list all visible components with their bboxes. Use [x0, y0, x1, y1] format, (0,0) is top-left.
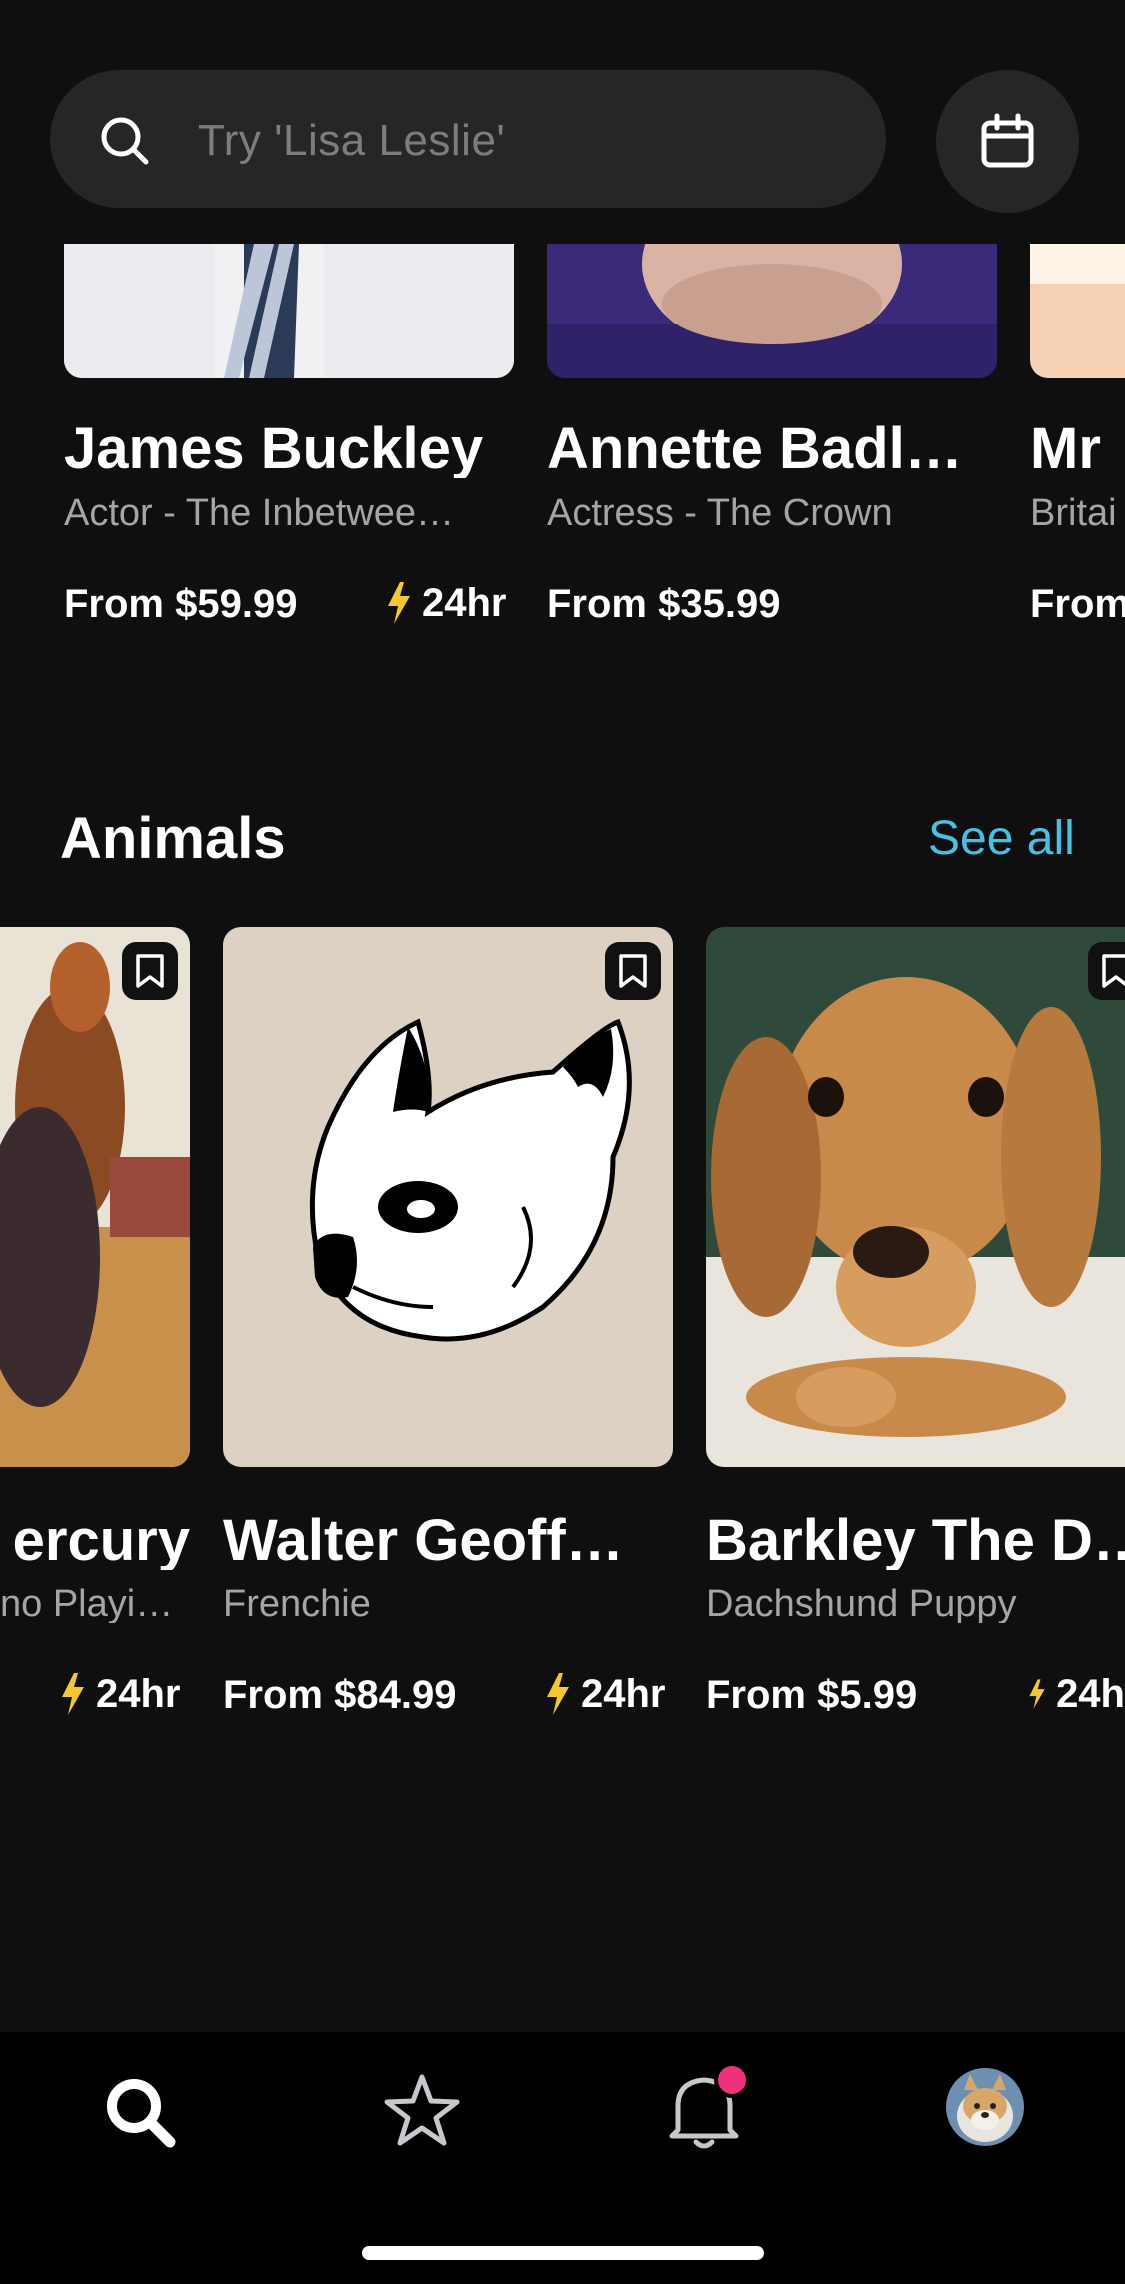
animal-photo	[0, 927, 190, 1467]
nav-profile[interactable]	[946, 2068, 1024, 2146]
search-placeholder: Try 'Lisa Leslie'	[198, 116, 506, 165]
talent-name: Annette Badl…	[547, 420, 963, 478]
nav-search[interactable]	[102, 2074, 178, 2150]
talent-subtitle: Actress - The Crown	[547, 494, 893, 532]
turnaround-label: 24hr	[581, 1672, 666, 1716]
talent-subtitle: Actor - The Inbetwee…	[64, 494, 455, 532]
animal-photo	[706, 927, 1125, 1467]
talent-photo	[547, 244, 997, 378]
turnaround-label: 24hr	[96, 1672, 181, 1716]
bookmark-icon	[1102, 954, 1125, 988]
bookmark-icon	[136, 954, 164, 988]
calendar-button[interactable]	[936, 70, 1079, 213]
talent-price: From $35.99	[547, 582, 781, 626]
bolt-icon	[1029, 1679, 1045, 1709]
talent-photo	[1030, 244, 1125, 378]
bolt-icon	[388, 582, 410, 624]
turnaround-badge: 24hr	[60, 1673, 181, 1715]
app-screen: Try 'Lisa Leslie' James Buckley Actor - …	[0, 0, 1125, 2284]
bolt-icon	[547, 1673, 569, 1715]
talent-price: From $59.99	[64, 582, 298, 626]
bookmark-button[interactable]	[1088, 942, 1125, 1000]
see-all-link[interactable]: See all	[928, 815, 1075, 863]
search-bar[interactable]: Try 'Lisa Leslie'	[50, 70, 886, 208]
animal-name: ercury	[12, 1512, 190, 1570]
talent-name: Mr	[1030, 420, 1101, 478]
animal-name: Barkley The D…	[706, 1512, 1125, 1570]
bookmark-icon	[619, 954, 647, 988]
talent-photo	[64, 244, 514, 378]
section-title: Animals	[60, 806, 286, 871]
turnaround-badge: 24hr	[545, 1673, 666, 1715]
animal-price: From $84.99	[223, 1673, 457, 1717]
bookmark-button[interactable]	[605, 942, 661, 1000]
animal-subtitle: Dachshund Puppy	[706, 1585, 1017, 1623]
talent-price: From	[1030, 584, 1125, 624]
calendar-icon	[981, 113, 1034, 168]
animal-subtitle: Frenchie	[223, 1585, 371, 1623]
talent-name: James Buckley	[64, 420, 484, 478]
turnaround-label: 24h	[1056, 1673, 1125, 1715]
animal-name: Walter Geoff…	[223, 1512, 624, 1570]
animal-price: From $5.99	[706, 1673, 918, 1717]
nav-favorites[interactable]	[384, 2072, 460, 2148]
turnaround-label: 24hr	[422, 581, 507, 625]
turnaround-badge: 24hr	[386, 582, 507, 624]
bolt-icon	[62, 1673, 84, 1715]
nav-notifications[interactable]	[664, 2062, 750, 2152]
animal-subtitle: no Playi…	[0, 1585, 174, 1623]
animal-photo	[223, 927, 673, 1467]
search-icon	[101, 117, 149, 165]
turnaround-badge: 24h	[1028, 1673, 1125, 1715]
search-icon	[107, 2079, 176, 2148]
home-indicator[interactable]	[362, 2246, 764, 2260]
notification-dot	[714, 2062, 750, 2098]
talent-subtitle: Britai	[1030, 494, 1117, 532]
profile-avatar	[946, 2068, 1024, 2146]
star-icon	[384, 2074, 460, 2146]
bookmark-button[interactable]	[122, 942, 178, 1000]
